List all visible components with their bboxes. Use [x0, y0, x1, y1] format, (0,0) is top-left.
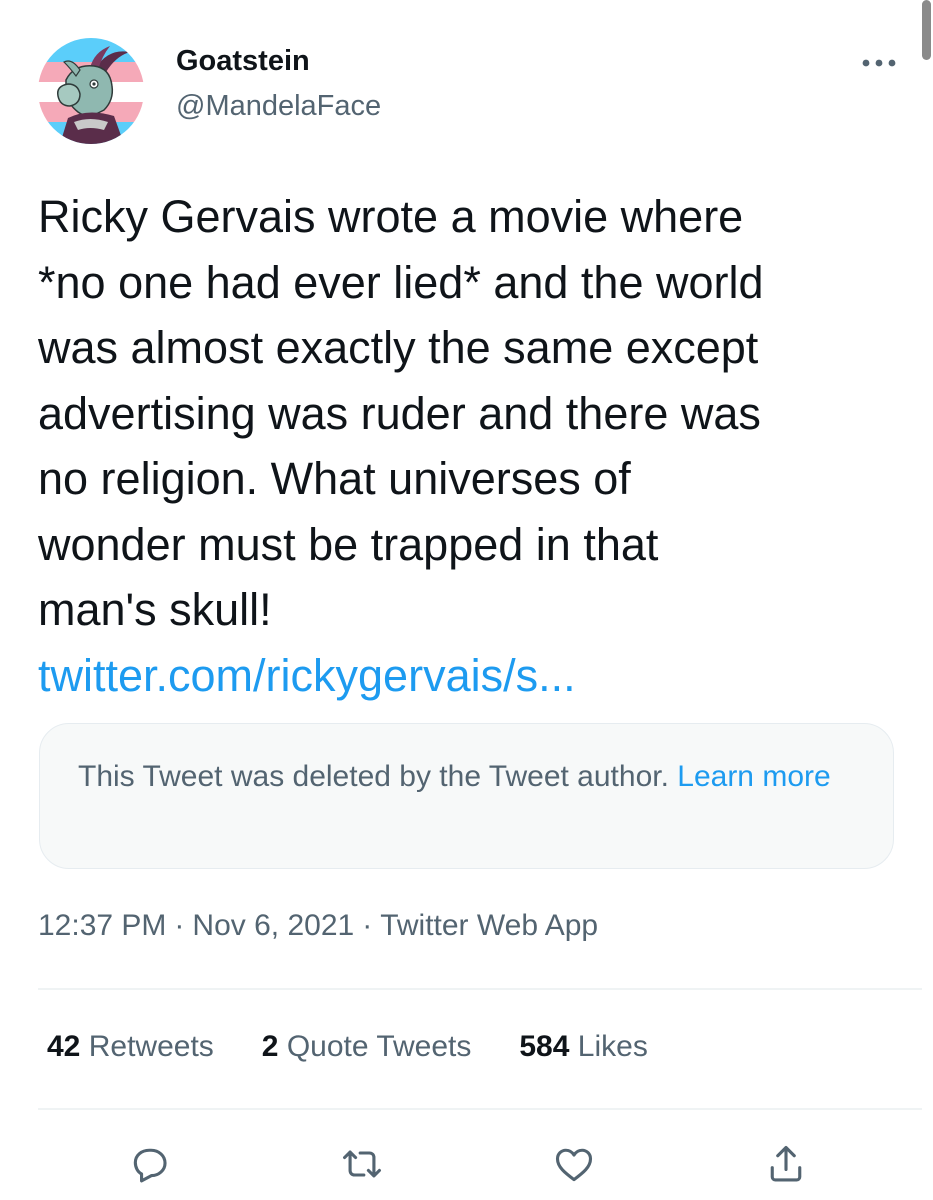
tweet-text-line: man's skull!	[38, 584, 272, 635]
retweet-icon	[343, 1150, 381, 1178]
meta-separator: ·	[362, 909, 373, 942]
like-button[interactable]	[550, 1140, 598, 1188]
tweet-text: Ricky Gervais wrote a movie where *no on…	[38, 184, 908, 708]
user-handle[interactable]: @MandelaFace	[176, 90, 381, 123]
tweet-metadata: 12:37 PM · Nov 6, 2021 · Twitter Web App	[38, 909, 598, 943]
retweets-stat[interactable]: 42 Retweets	[47, 1030, 214, 1064]
display-name[interactable]: Goatstein	[176, 45, 310, 78]
share-button[interactable]	[762, 1140, 810, 1188]
tweet-text-line: no religion. What universes of	[38, 453, 631, 504]
tweet-text-line: *no one had ever lied* and the world	[38, 256, 764, 308]
tweet-text-line: was almost exactly the same except	[38, 322, 759, 373]
divider	[38, 1108, 922, 1110]
quote-tweets-label: Quote Tweets	[286, 1030, 472, 1063]
retweets-count: 42	[47, 1030, 81, 1063]
goat-avatar-icon	[38, 38, 144, 144]
tweet-text-line: wonder must be trapped in that	[38, 518, 659, 570]
deleted-quote-tweet-card[interactable]: This Tweet was deleted by the Tweet auth…	[39, 723, 894, 869]
learn-more-link[interactable]: Learn more	[677, 760, 830, 793]
likes-count: 584	[519, 1030, 570, 1063]
tweet-source[interactable]: Twitter Web App	[380, 909, 598, 942]
quote-tweets-stat[interactable]: 2 Quote Tweets	[262, 1030, 472, 1064]
divider	[38, 988, 922, 990]
scrollbar[interactable]	[922, 0, 931, 60]
more-options-button[interactable]	[859, 50, 899, 76]
tweet-time[interactable]: 12:37 PM	[38, 909, 166, 942]
avatar[interactable]	[38, 38, 144, 144]
more-dots-icon	[862, 59, 896, 67]
tweet-text-line: Ricky Gervais wrote a movie where	[38, 191, 744, 242]
retweet-button[interactable]	[338, 1140, 386, 1188]
deleted-tweet-message: This Tweet was deleted by the Tweet auth…	[78, 760, 669, 793]
quote-tweets-count: 2	[261, 1030, 279, 1063]
tweet-link[interactable]: twitter.com/rickygervais/s...	[38, 650, 576, 701]
reply-button[interactable]	[126, 1140, 174, 1188]
retweets-label: Retweets	[88, 1030, 214, 1063]
action-bar	[0, 1132, 933, 1200]
reply-icon	[133, 1148, 167, 1183]
likes-label: Likes	[577, 1030, 648, 1063]
tweet-text-line: advertising was ruder and there was	[38, 387, 761, 439]
likes-stat[interactable]: 584 Likes	[519, 1030, 647, 1064]
meta-separator: ·	[174, 909, 185, 942]
heart-icon	[555, 1148, 593, 1182]
share-icon	[770, 1145, 802, 1182]
tweet-stats: 42 Retweets 2 Quote Tweets 584 Likes	[47, 1030, 648, 1064]
tweet-date[interactable]: Nov 6, 2021	[192, 909, 354, 942]
